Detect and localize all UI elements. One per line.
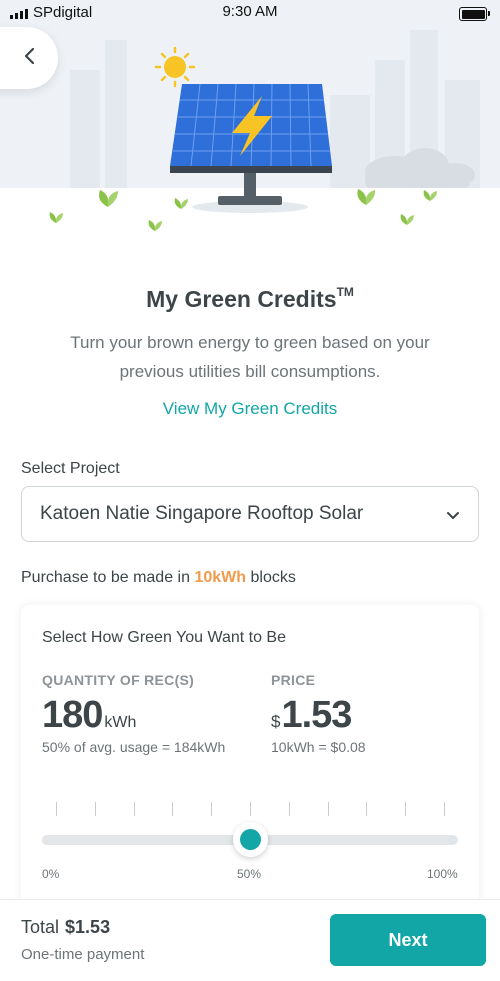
quantity-label: QUANTITY OF REC(S): [42, 672, 195, 688]
slider-ticks: [56, 802, 445, 818]
slider-tick: [288, 802, 290, 816]
green-level-card: Select How Green You Want to Be QUANTITY…: [21, 605, 479, 905]
status-time: 9:30 AM: [222, 3, 278, 20]
slider-mid-label: 50%: [237, 867, 262, 881]
quantity-value-row: 180 kWh: [42, 694, 136, 737]
trademark-mark: TM: [336, 285, 354, 300]
page-title: My Green CreditsTM: [0, 285, 500, 313]
price-currency: $: [271, 712, 281, 731]
slider-max-label: 100%: [427, 867, 458, 881]
page-subtitle: Turn your brown energy to green based on…: [70, 333, 430, 381]
total-row: Total $1.53: [21, 917, 110, 938]
slider-tick: [444, 802, 445, 816]
quantity-value: 180: [42, 694, 103, 736]
view-green-credits-link[interactable]: View My Green Credits: [0, 399, 500, 419]
price-label: PRICE: [271, 672, 316, 688]
slider-tick: [250, 802, 251, 816]
chevron-left-icon: [11, 47, 35, 70]
slider-min-label: 0%: [42, 867, 60, 881]
block-size-highlight: 10kWh: [194, 569, 247, 586]
project-dropdown[interactable]: Katoen Natie Singapore Rooftop Solar: [21, 486, 479, 542]
price-note: 10kWh = $0.08: [271, 739, 366, 755]
quantity-unit: kWh: [104, 714, 137, 731]
purchase-block-note: Purchase to be made in 10kWh blocks: [21, 569, 296, 587]
battery-icon: [459, 7, 490, 21]
price-value-row: $ 1.53: [271, 694, 352, 737]
quantity-note: 50% of avg. usage = 184kWh: [42, 739, 226, 755]
slider-tick: [172, 802, 174, 816]
next-button[interactable]: Next: [330, 914, 486, 966]
slider-tick: [327, 802, 329, 816]
price-value: 1.53: [281, 694, 352, 736]
slider-tick: [56, 802, 57, 816]
chevron-down-icon: [446, 507, 460, 525]
total-amount: $1.53: [65, 917, 111, 937]
slider-tick: [94, 802, 96, 816]
slider-tick: [133, 802, 135, 816]
card-title: Select How Green You Want to Be: [42, 629, 286, 646]
purchase-note-prefix: Purchase to be made in: [21, 569, 190, 586]
slider-thumb[interactable]: [232, 822, 268, 857]
status-bar: SPdigital 9:30 AM: [0, 0, 500, 26]
hero-illustration: [0, 0, 500, 250]
project-selected-value: Katoen Natie Singapore Rooftop Solar: [40, 503, 364, 524]
slider-tick: [366, 802, 368, 816]
purchase-note-suffix: blocks: [250, 569, 296, 586]
payment-note: One-time payment: [21, 946, 145, 963]
slider-tick: [405, 802, 407, 816]
total-label: Total: [21, 917, 60, 937]
checkout-footer: Total $1.53 One-time payment Next: [0, 899, 500, 981]
slider-tick: [211, 802, 213, 816]
page-title-text: My Green Credits: [146, 286, 337, 312]
select-project-label: Select Project: [21, 460, 120, 477]
